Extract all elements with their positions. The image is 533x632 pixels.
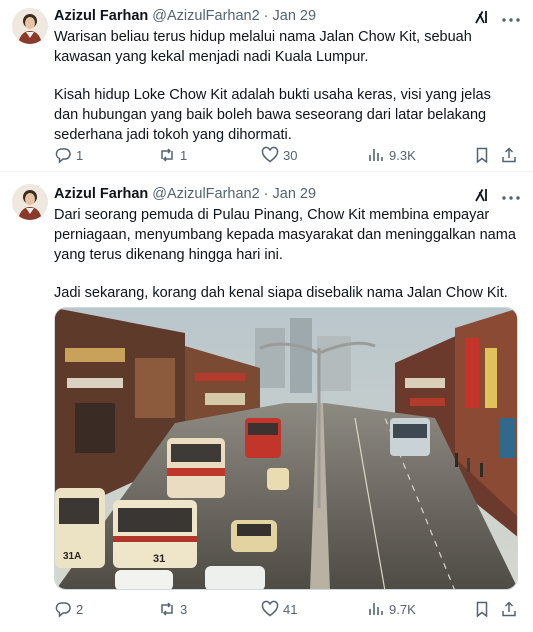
action-bar: 1 1 30 9.3K	[54, 146, 521, 166]
heart-icon	[261, 146, 279, 163]
repost-count: 3	[180, 601, 188, 617]
share-icon	[502, 601, 516, 617]
view-count: 9.7K	[389, 601, 416, 617]
bookmark-icon	[476, 601, 488, 618]
bus-number-sign: 31A	[63, 551, 81, 562]
like-count: 41	[283, 601, 298, 617]
author-name[interactable]: Azizul Farhan	[54, 186, 148, 202]
repost-button[interactable]: 1	[158, 146, 187, 164]
views-icon	[369, 149, 383, 161]
tweet-paragraph: Warisan beliau terus hidup melalui nama …	[54, 29, 472, 65]
repost-icon	[161, 602, 173, 616]
avatar[interactable]	[12, 8, 48, 44]
like-button[interactable]: 41	[261, 600, 297, 618]
action-bar: 2 3 41 9.7K	[54, 600, 521, 620]
tweet-text: Warisan beliau terus hidup melalui nama …	[54, 27, 519, 145]
reply-button[interactable]: 1	[54, 146, 83, 164]
tweet-2[interactable]: Azizul Farhan @AzizulFarhan2 · Jan 29 Da…	[0, 172, 533, 632]
tweet-text: Dari seorang pemuda di Pulau Pinang, Cho…	[54, 205, 519, 303]
avatar-portrait-icon	[12, 184, 48, 220]
bookmark-icon	[476, 147, 488, 164]
separator-dot: ·	[263, 186, 269, 202]
views-button[interactable]: 9.7K	[367, 600, 416, 618]
heart-icon	[261, 600, 279, 617]
tweet-paragraph: Jadi sekarang, korang dah kenal siapa di…	[54, 285, 508, 301]
bookmark-button[interactable]	[473, 146, 491, 164]
repost-button[interactable]: 3	[158, 600, 187, 618]
bookmark-button[interactable]	[473, 600, 491, 618]
more-icon[interactable]	[501, 11, 521, 29]
separator-dot: ·	[263, 8, 269, 24]
tweet-date[interactable]: Jan 29	[273, 186, 317, 202]
tweet-paragraph: Kisah hidup Loke Chow Kit adalah bukti u…	[54, 87, 491, 143]
author-handle[interactable]: @AzizulFarhan2	[152, 186, 259, 202]
author-name[interactable]: Azizul Farhan	[54, 8, 148, 24]
repost-icon	[161, 148, 173, 162]
view-count: 9.3K	[389, 147, 416, 163]
like-count: 30	[283, 147, 298, 163]
reply-icon	[55, 148, 71, 164]
reply-count: 2	[76, 601, 84, 617]
share-button[interactable]	[500, 146, 518, 164]
repost-count: 1	[180, 147, 188, 163]
tweet-header: Azizul Farhan @AzizulFarhan2 · Jan 29	[54, 184, 521, 204]
views-icon	[369, 603, 383, 615]
avatar[interactable]	[12, 184, 48, 220]
street-photo: 31 31A	[55, 308, 517, 589]
tweet-date[interactable]: Jan 29	[273, 8, 317, 24]
author-handle[interactable]: @AzizulFarhan2	[152, 8, 259, 24]
reply-count: 1	[76, 147, 84, 163]
tweet-paragraph: Dari seorang pemuda di Pulau Pinang, Cho…	[54, 207, 516, 263]
like-button[interactable]: 30	[261, 146, 297, 164]
share-icon	[502, 147, 516, 163]
reply-icon	[55, 602, 71, 618]
share-button[interactable]	[500, 600, 518, 618]
views-button[interactable]: 9.3K	[367, 146, 416, 164]
reply-button[interactable]: 2	[54, 600, 83, 618]
tweet-photo[interactable]: 31 31A	[54, 307, 518, 590]
tweet-header: Azizul Farhan @AzizulFarhan2 · Jan 29	[54, 6, 521, 26]
more-icon[interactable]	[501, 189, 521, 207]
tweet-1[interactable]: Azizul Farhan @AzizulFarhan2 · Jan 29 Wa…	[0, 0, 533, 172]
bus-number-sign: 31	[153, 553, 165, 565]
avatar-portrait-icon	[12, 8, 48, 44]
